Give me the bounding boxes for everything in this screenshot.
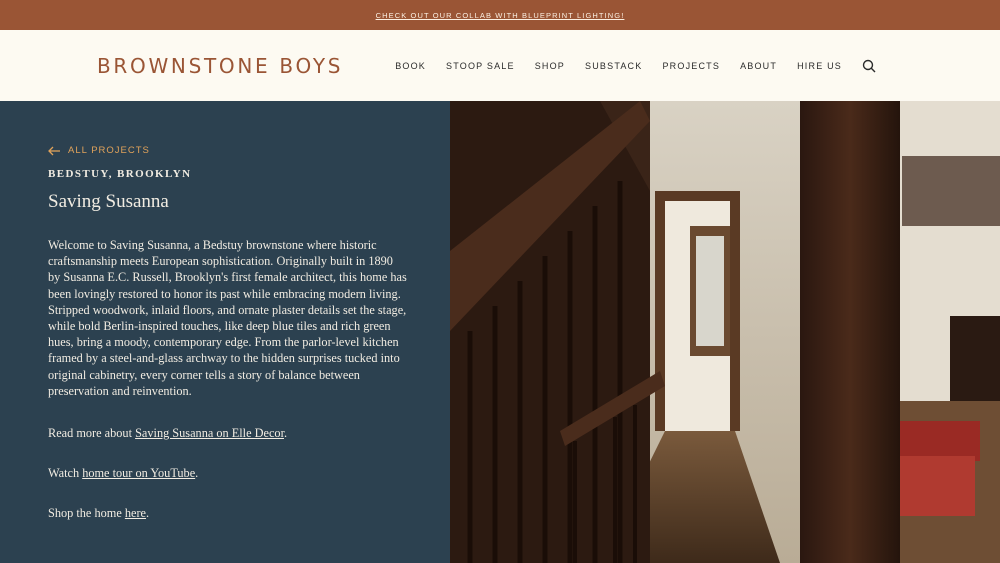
read-more-prefix: Read more about [48,426,136,440]
nav-projects[interactable]: PROJECTS [662,61,720,71]
read-more-suffix: . [283,426,288,440]
nav-stoop-sale[interactable]: STOOP SALE [446,61,515,71]
watch-line: Watch home tour on YouTube. [48,466,198,481]
project-info-panel: ALL PROJECTS BEDSTUY, BROOKLYN Saving Su… [0,101,450,563]
watch-prefix: Watch [48,466,83,480]
shop-line: Shop the home here. [48,506,149,521]
read-more-line: Read more about Saving Susanna on Elle D… [48,426,287,441]
site-logo[interactable]: BROWNSTONE BOYS [97,54,343,78]
project-location: BEDSTUY, BROOKLYN [48,168,192,180]
nav-shop[interactable]: SHOP [535,61,565,71]
arrow-left-icon [48,146,60,155]
nav-hire-us[interactable]: HIRE US [797,61,842,71]
watch-suffix: . [195,466,199,480]
all-projects-label: ALL PROJECTS [68,145,150,156]
nav-book[interactable]: BOOK [395,61,426,71]
project-section: ALL PROJECTS BEDSTUY, BROOKLYN Saving Su… [0,101,1000,563]
main-nav: BOOK STOOP SALE SHOP SUBSTACK PROJECTS A… [395,61,842,71]
youtube-tour-link[interactable]: home tour on YouTube [82,466,195,480]
site-header: BROWNSTONE BOYS BOOK STOOP SALE SHOP SUB… [0,30,1000,101]
interior-staircase-photo [450,101,1000,563]
project-title: Saving Susanna [48,191,169,212]
project-photo [450,101,1000,563]
shop-here-link[interactable]: here [125,506,146,520]
all-projects-link[interactable]: ALL PROJECTS [48,145,150,156]
search-icon[interactable] [862,59,876,73]
shop-suffix: . [146,506,150,520]
nav-about[interactable]: ABOUT [740,61,777,71]
shop-prefix: Shop the home [48,506,125,520]
banner-link[interactable]: CHECK OUT OUR COLLAB WITH BLUEPRINT LIGH… [376,11,625,20]
project-description: Welcome to Saving Susanna, a Bedstuy bro… [48,238,407,398]
nav-substack[interactable]: SUBSTACK [585,61,642,71]
elle-decor-link[interactable]: Saving Susanna on Elle Decor [135,426,284,440]
announcement-banner: CHECK OUT OUR COLLAB WITH BLUEPRINT LIGH… [0,0,1000,30]
